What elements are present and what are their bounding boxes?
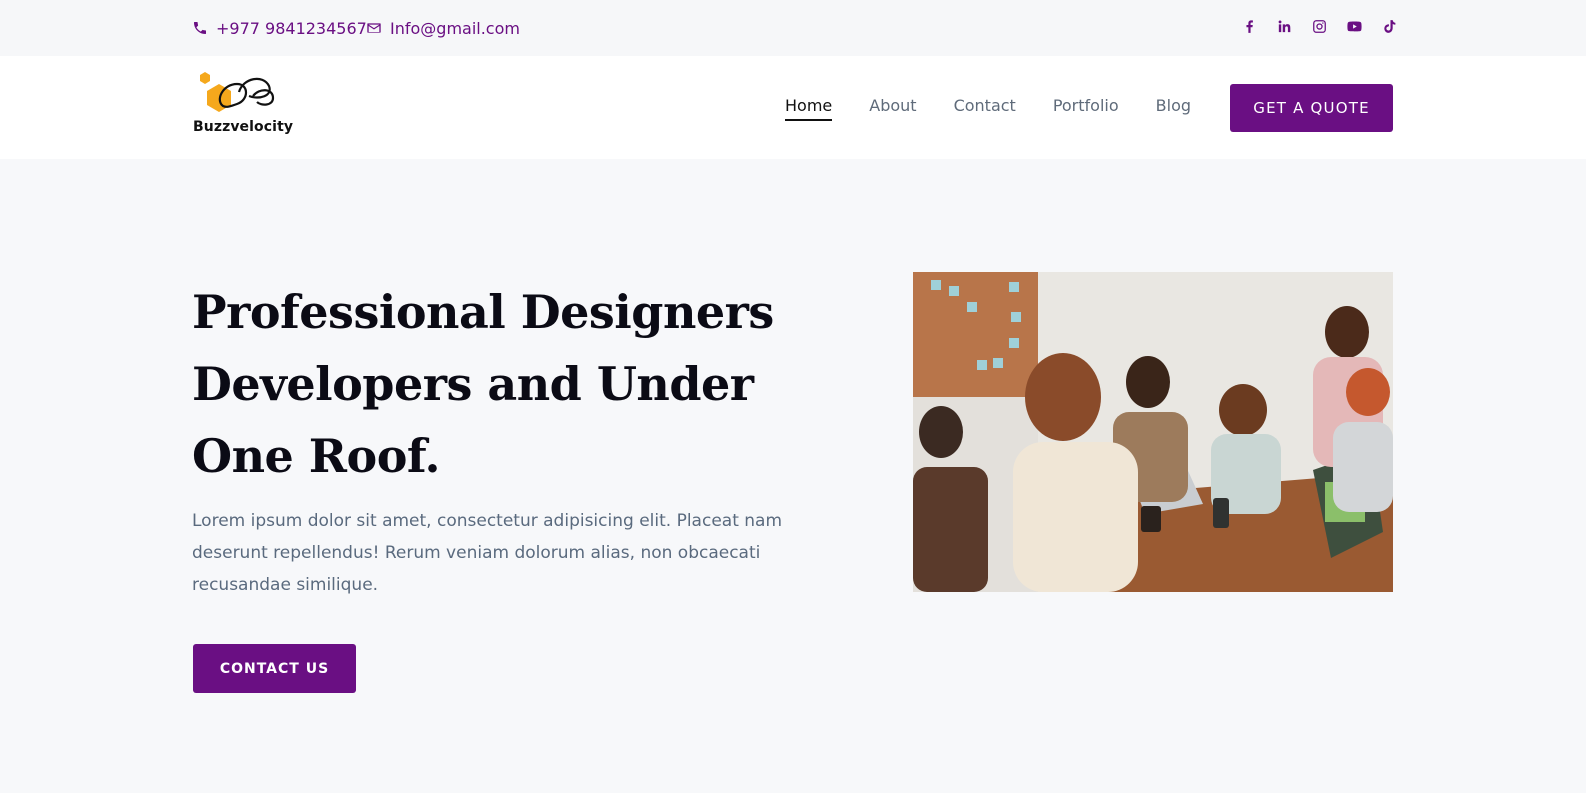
- main-navbar: Buzzvelocity Home About Contact Portfoli…: [0, 56, 1586, 159]
- youtube-icon: [1347, 21, 1362, 31]
- email-link[interactable]: Info@gmail.com: [366, 16, 520, 40]
- hero-description: Lorem ipsum dolor sit amet, consectetur …: [192, 511, 783, 595]
- nav-contact[interactable]: Contact: [954, 96, 1016, 121]
- nav-home[interactable]: Home: [785, 96, 833, 121]
- nav-blog[interactable]: Blog: [1156, 96, 1191, 121]
- facebook-icon: [1246, 19, 1253, 33]
- tiktok-link[interactable]: [1372, 14, 1407, 38]
- linkedin-link[interactable]: [1267, 14, 1302, 38]
- team-meeting-photo: [913, 272, 1393, 592]
- facebook-link[interactable]: [1232, 14, 1267, 38]
- mail-icon: [367, 23, 381, 33]
- phone-icon: [194, 22, 206, 34]
- primary-nav: Home About Contact Portfolio Blog: [785, 96, 1228, 121]
- linkedin-icon: [1278, 19, 1291, 32]
- hero-title: Professional Designers Developers and Un…: [192, 285, 774, 483]
- social-links: [1232, 14, 1407, 38]
- phone-number: +977 9841234567: [216, 18, 367, 38]
- get-quote-button[interactable]: GET A QUOTE: [1230, 84, 1393, 132]
- brand-name: Buzzvelocity: [193, 119, 294, 135]
- email-address: Info@gmail.com: [390, 18, 520, 38]
- phone-link[interactable]: +977 9841234567: [192, 16, 367, 40]
- youtube-link[interactable]: [1337, 14, 1372, 38]
- nav-portfolio[interactable]: Portfolio: [1053, 96, 1119, 121]
- instagram-link[interactable]: [1302, 14, 1337, 38]
- contact-us-button[interactable]: CONTACT US: [193, 644, 356, 693]
- nav-about[interactable]: About: [869, 96, 916, 121]
- tiktok-icon: [1384, 19, 1396, 33]
- top-bar: +977 9841234567 Info@gmail.com: [0, 0, 1586, 56]
- instagram-icon: [1313, 19, 1326, 33]
